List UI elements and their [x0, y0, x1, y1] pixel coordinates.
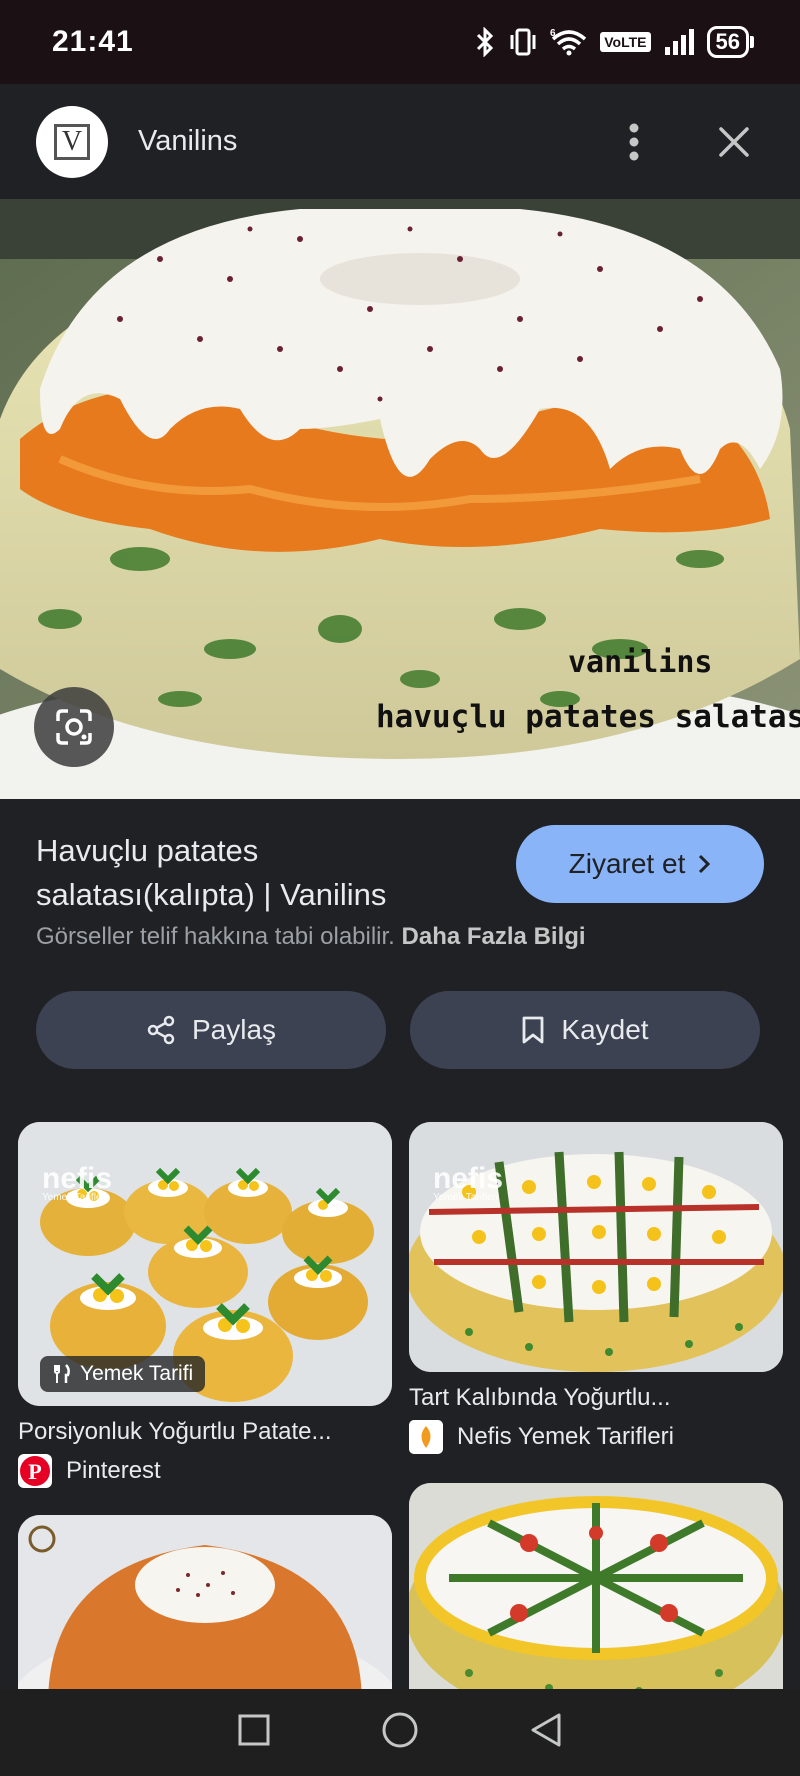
copyright-text: Görseller telif hakkına tabi olabilir. — [36, 923, 395, 950]
related-thumbnail[interactable] — [18, 1515, 392, 1715]
visit-button-label: Ziyaret et — [568, 848, 686, 879]
share-button-label: Paylaş — [191, 1014, 277, 1045]
nefis-watermark: nefis Yemek Tarifleri — [42, 1162, 113, 1203]
vibrate-icon — [508, 27, 538, 57]
svg-text:P: P — [28, 1459, 41, 1484]
more-vert-icon — [629, 123, 639, 160]
signal-icon — [663, 27, 695, 57]
google-lens-icon — [56, 709, 92, 745]
recipe-badge: Yemek Tarifi — [40, 1356, 206, 1392]
site-logo[interactable]: V — [36, 105, 108, 178]
status-icons: 6 VoLTE 56 — [474, 26, 754, 58]
related-card[interactable]: nefis Yemek Tarifleri Tart Kalıbında Yoğu… — [409, 1122, 783, 1454]
nefis-watermark: nefis Yemek Tarifleri — [433, 1162, 504, 1203]
wifi-6-icon: 6 — [550, 27, 588, 57]
related-thumbnail[interactable]: nefis Yemek Tarifleri Yemek Tarifi — [18, 1122, 392, 1406]
bluetooth-icon — [474, 27, 496, 57]
back-icon — [531, 1713, 561, 1747]
pinterest-icon: P — [18, 1454, 52, 1488]
save-button-label: Kaydet — [561, 1014, 649, 1045]
viewer-header: V Vanilins — [0, 84, 800, 199]
related-source-name: Pinterest — [66, 1457, 161, 1484]
related-card[interactable]: nefis Yemek Tarifleri Yemek Tarifi Porsiy… — [18, 1122, 392, 1488]
google-lens-button[interactable] — [34, 687, 114, 767]
related-source-name: Nefis Yemek Tarifleri — [457, 1423, 674, 1450]
related-title[interactable]: Porsiyonluk Yoğurtlu Patate... — [18, 1418, 392, 1446]
related-thumbnail[interactable] — [409, 1483, 783, 1713]
site-logo-letter: V — [54, 123, 90, 160]
battery-icon: 56 — [706, 26, 754, 58]
site-name[interactable]: Vanilins — [138, 125, 604, 158]
chevron-right-icon — [699, 854, 711, 874]
related-card[interactable] — [409, 1483, 783, 1713]
hero-image[interactable]: vanilins havuçlu patates salatası — [0, 199, 800, 799]
recents-button[interactable] — [237, 1713, 271, 1752]
more-options-button[interactable] — [604, 112, 664, 172]
learn-more-link[interactable]: Daha Fazla Bilgi — [402, 923, 586, 950]
home-icon — [382, 1712, 418, 1748]
fork-knife-icon — [54, 1364, 70, 1383]
related-thumbnail[interactable]: nefis Yemek Tarifleri — [409, 1122, 783, 1372]
related-source[interactable]: P Pinterest — [18, 1454, 392, 1488]
copyright-notice: Görseller telif hakkına tabi olabilir. D… — [36, 923, 586, 951]
recipe-badge-label: Yemek Tarifi — [80, 1362, 194, 1385]
related-source[interactable]: Nefis Yemek Tarifleri — [409, 1420, 783, 1454]
related-card[interactable] — [18, 1515, 392, 1715]
save-button[interactable]: Kaydet — [410, 991, 760, 1069]
result-info-panel: Havuçlu patates salatası(kalıpta) | Vani… — [0, 799, 800, 1715]
hero-watermark-dish: havuçlu patates salatası — [376, 699, 800, 735]
svg-text:6: 6 — [550, 28, 556, 39]
volte-badge: VoLTE — [600, 32, 651, 52]
system-nav-bar — [0, 1689, 800, 1776]
share-icon — [147, 1015, 175, 1045]
status-bar: 21:41 6 VoLTE 56 — [0, 0, 800, 84]
related-title[interactable]: Tart Kalıbında Yoğurtlu... — [409, 1384, 783, 1412]
bookmark-icon — [523, 1016, 544, 1044]
battery-level: 56 — [706, 26, 749, 58]
status-time: 21:41 — [52, 25, 134, 58]
close-button[interactable] — [704, 112, 764, 172]
back-button[interactable] — [529, 1712, 563, 1753]
hero-watermark-author: vanilins — [568, 645, 713, 680]
home-button[interactable] — [381, 1711, 419, 1754]
close-icon — [719, 126, 749, 157]
result-title[interactable]: Havuçlu patates salatası(kalıpta) | Vani… — [36, 829, 476, 917]
recents-icon — [238, 1714, 270, 1746]
nefis-source-icon — [409, 1420, 443, 1454]
visit-button[interactable]: Ziyaret et — [516, 825, 764, 903]
share-button[interactable]: Paylaş — [36, 991, 386, 1069]
